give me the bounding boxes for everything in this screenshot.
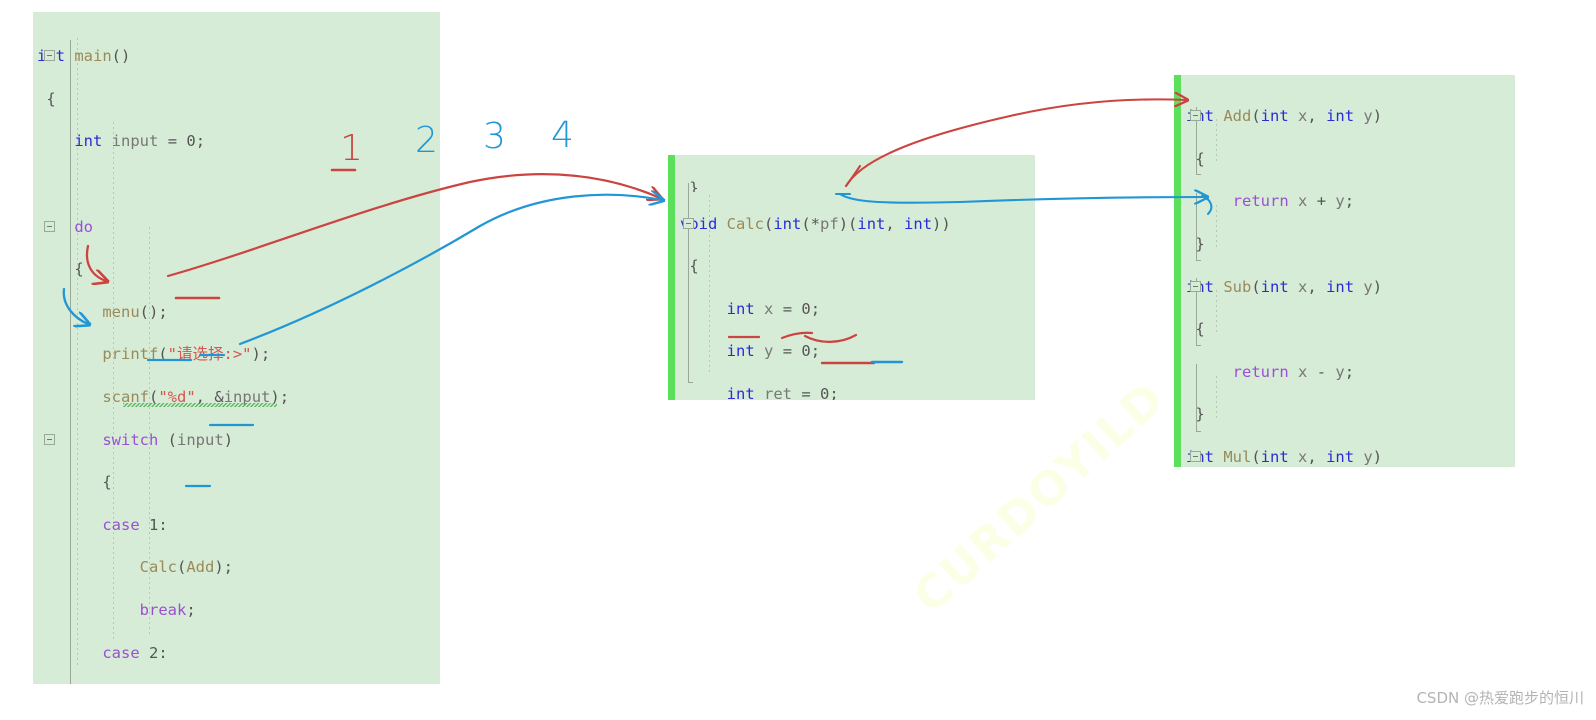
- fold-icon[interactable]: [44, 433, 55, 445]
- credit-text: CSDN @热爱跑步的恒川: [1416, 689, 1584, 707]
- code-line: return x + y;: [1232, 192, 1355, 211]
- code-line: }: [1186, 235, 1205, 254]
- code-line: break;: [139, 601, 196, 620]
- fold-icon[interactable]: [683, 217, 694, 229]
- code-line: {: [37, 89, 56, 108]
- fold-icon[interactable]: [1190, 451, 1201, 463]
- change-bar: [1174, 75, 1181, 467]
- code-line: {: [37, 260, 84, 279]
- code-line: int y = 0;: [726, 342, 821, 361]
- code-line: case 1:: [102, 515, 168, 534]
- code-line-clipped: }: [680, 179, 699, 193]
- code-line: int Add(int x, int y): [1186, 106, 1428, 127]
- code-line: scanf("%d", &input);: [102, 388, 290, 408]
- code-line: return x - y;: [1232, 362, 1355, 381]
- code-line: int Mul(int x, int y): [1186, 447, 1428, 467]
- code-line: int input = 0;: [74, 132, 206, 151]
- code-line: int main(): [37, 46, 339, 67]
- code-line: Calc(Add);: [139, 558, 233, 577]
- ops-code-text: int Add(int x, int y) { return x + y; } …: [1186, 85, 1428, 467]
- code-line: void Calc(int(*pf)(int, int)): [680, 214, 951, 233]
- code-line: }: [1186, 405, 1205, 424]
- fold-icon[interactable]: [44, 50, 55, 62]
- fold-icon[interactable]: [44, 220, 55, 232]
- change-bar: [668, 155, 675, 400]
- code-line: menu();: [102, 302, 168, 321]
- code-line: {: [1186, 320, 1205, 339]
- main-code-text: int main() { int input = 0; do { menu();…: [37, 25, 339, 684]
- error-squiggle: [123, 403, 277, 408]
- fold-icon[interactable]: [1190, 280, 1201, 292]
- code-line: printf("请选择:>");: [102, 345, 271, 364]
- hand-number-3: 3: [483, 116, 506, 157]
- code-line: {: [1186, 149, 1205, 168]
- calc-function-pane[interactable]: } void Calc(int(*pf)(int, int)) { int x …: [668, 155, 1035, 400]
- code-line: switch (input): [37, 430, 339, 451]
- code-line: case 2:: [102, 643, 168, 662]
- hand-number-4: 4: [551, 115, 574, 156]
- code-line: {: [680, 257, 699, 276]
- fold-icon[interactable]: [1190, 110, 1201, 122]
- calc-code-text: } void Calc(int(*pf)(int, int)) { int x …: [680, 157, 972, 400]
- code-line: int ret = 0;: [726, 384, 839, 400]
- code-line: do: [37, 217, 339, 238]
- watermark: CURDOYILD: [902, 370, 1176, 624]
- code-line: {: [37, 473, 112, 492]
- code-line: int Sub(int x, int y): [1186, 277, 1428, 298]
- operations-pane[interactable]: int Add(int x, int y) { return x + y; } …: [1174, 75, 1515, 467]
- code-line: int x = 0;: [726, 299, 821, 318]
- main-function-pane[interactable]: int main() { int input = 0; do { menu();…: [33, 12, 440, 684]
